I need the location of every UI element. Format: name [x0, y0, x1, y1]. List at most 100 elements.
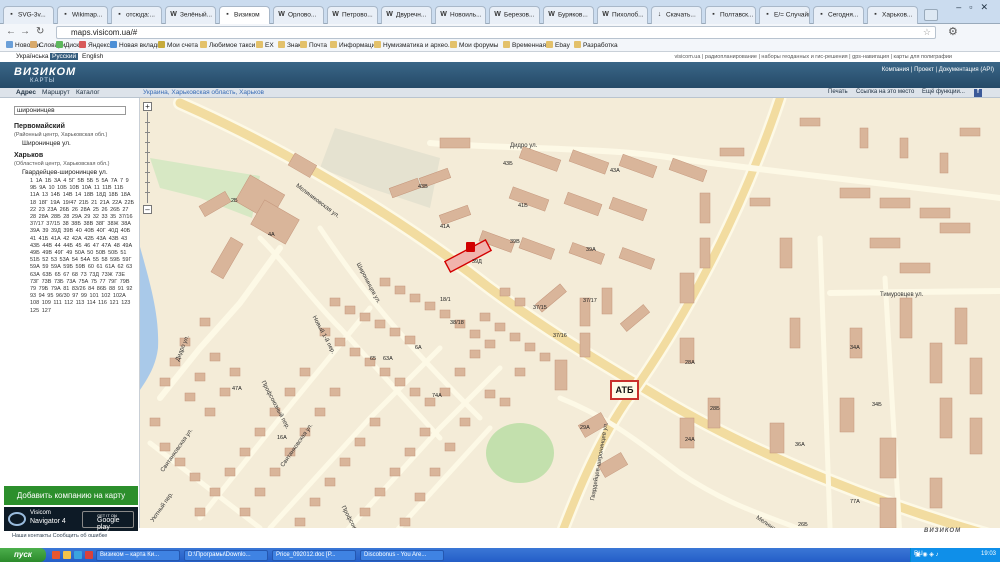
navigator-banner[interactable]: Visicom Navigator 4 GET IT ON Google play — [4, 507, 138, 531]
new-tab-button[interactable] — [924, 9, 938, 21]
quicklaunch-icon[interactable] — [85, 551, 93, 559]
bookmark-item[interactable]: Знак — [278, 41, 301, 49]
bookmark-item[interactable]: Диск — [56, 41, 79, 49]
window-controls[interactable]: –▫✕ — [956, 2, 996, 13]
lang-english[interactable]: English — [80, 53, 105, 60]
house-number-label[interactable]: 77А — [850, 499, 860, 505]
lang-ukrainian[interactable]: Українська — [14, 53, 51, 60]
house-number-label[interactable]: 16А — [277, 435, 287, 441]
taskbar-task[interactable]: Визиком – карта Ки... — [96, 550, 180, 561]
house-number-label[interactable]: 2Б — [231, 198, 238, 204]
bookmark-item[interactable]: Временная — [503, 41, 546, 49]
house-number-label[interactable]: 29А — [580, 425, 590, 431]
location-marker-icon[interactable] — [466, 242, 475, 252]
house-number-label[interactable]: 43В — [418, 184, 428, 190]
bookmark-star-icon[interactable]: ☆ — [923, 27, 931, 38]
house-number-label[interactable]: 24А — [685, 437, 695, 443]
site-logo[interactable]: ВИЗИКОМ — [14, 66, 76, 78]
house-number-label[interactable]: 37/16 — [553, 333, 567, 339]
browser-tab[interactable]: ▪ Сегодня... — [813, 6, 864, 24]
browser-tab[interactable]: ▪ SVG-3v... — [3, 6, 54, 24]
quicklaunch-icon[interactable] — [74, 551, 82, 559]
zoom-out-button[interactable]: – — [143, 205, 152, 214]
bookmark-item[interactable]: Разработка — [574, 41, 618, 49]
bookmark-item[interactable]: Яндекс — [79, 41, 110, 49]
top-links[interactable]: visicom.ua | радиопланирование | наборы … — [674, 54, 952, 60]
reload-icon[interactable]: ↻ — [36, 26, 44, 37]
house-number-label[interactable]: 65 — [370, 356, 376, 362]
browser-tab[interactable]: W Орлово... — [273, 6, 324, 24]
house-number-label[interactable]: 41Б — [518, 203, 528, 209]
house-number-label[interactable]: 28А — [685, 360, 695, 366]
browser-tab[interactable]: W Березов... — [489, 6, 540, 24]
google-play-badge[interactable]: GET IT ON Google play — [82, 511, 134, 531]
house-number-list[interactable]: 1 1А 1Б 3А 4 5Г 5В 5Б 5 5А 7А 7 9 9Б 9А … — [30, 178, 135, 315]
bookmark-item[interactable]: Почта — [300, 41, 327, 49]
bookmark-item[interactable]: Новая вкладка — [110, 41, 164, 49]
breadcrumb[interactable]: Украина, Харьковская область, Харьков — [143, 89, 264, 96]
house-number-label[interactable]: 43Б — [503, 161, 513, 167]
house-number-label[interactable]: 43А — [610, 168, 620, 174]
house-number-label[interactable]: 4А — [268, 232, 275, 238]
house-number-label[interactable]: 39В — [510, 239, 520, 245]
house-number-label[interactable]: 34Б — [872, 402, 882, 408]
link-to-place[interactable]: Ссылка на это место — [856, 89, 914, 95]
bookmark-item[interactable]: EX — [256, 41, 274, 49]
house-number-label[interactable]: 63А — [383, 356, 393, 362]
more-functions-link[interactable]: Ещё функции... — [922, 89, 965, 95]
poi-atb-label[interactable]: АТБ — [610, 380, 639, 400]
zoom-in-button[interactable]: + — [143, 102, 152, 111]
browser-tab[interactable]: W Новоиль... — [435, 6, 486, 24]
browser-tab[interactable]: ↓ Скачать... — [651, 6, 702, 24]
lang-russian[interactable]: Русский — [50, 53, 79, 60]
browser-tab[interactable]: ▪ Wikimap... — [57, 6, 108, 24]
house-number-label[interactable]: 26Б — [798, 522, 808, 528]
house-number-label[interactable]: 28Б — [710, 406, 720, 412]
result-street[interactable]: Гвардейцев-широнинцев ул. — [22, 169, 108, 176]
browser-tab[interactable]: ▪ Визиком — [219, 6, 270, 25]
result-title[interactable]: Харьков — [14, 152, 43, 159]
address-bar[interactable]: maps.visicom.ua/# ☆ — [56, 26, 936, 39]
house-number-label[interactable]: 18/1 — [440, 297, 451, 303]
back-icon[interactable]: ← — [6, 26, 16, 37]
taskbar-task[interactable]: Price_092012.doc [Р... — [272, 550, 356, 561]
house-number-label[interactable]: 6А — [415, 345, 422, 351]
tab-address[interactable]: Адрес — [16, 89, 36, 96]
quicklaunch-icon[interactable] — [63, 551, 71, 559]
add-company-button[interactable]: Добавить компанию на карту — [4, 486, 138, 505]
browser-tab[interactable]: ▪ Полтавск... — [705, 6, 756, 24]
print-link[interactable]: Печать — [828, 89, 848, 95]
tab-route[interactable]: Маршрут — [42, 89, 70, 96]
zoom-control[interactable]: + – — [143, 102, 153, 214]
house-number-label[interactable]: 38/18 — [450, 320, 464, 326]
result-street[interactable]: Широнинцев ул. — [22, 140, 71, 147]
browser-tab[interactable]: ▪ отсюда:... — [111, 6, 162, 24]
house-number-label[interactable]: 36А — [795, 442, 805, 448]
browser-tab[interactable]: W Петрово... — [327, 6, 378, 24]
bookmark-item[interactable]: Мои форумы — [450, 41, 498, 49]
bookmark-item[interactable]: Нумизматика и архео... — [374, 41, 453, 49]
bookmark-item[interactable]: Информация — [330, 41, 379, 49]
start-button[interactable]: пуск — [0, 548, 46, 562]
house-number-label[interactable]: 37/17 — [583, 298, 597, 304]
house-number-label[interactable]: 39А — [586, 247, 596, 253]
result-title[interactable]: Первомайский — [14, 123, 65, 130]
bookmark-item[interactable]: Ebay — [546, 41, 570, 49]
browser-tab[interactable]: W Двуречн... — [381, 6, 432, 24]
header-links[interactable]: Компания | Проект | Документация (API) — [882, 67, 994, 73]
house-number-label[interactable]: 47А — [232, 386, 242, 392]
browser-tab[interactable]: W Буряков... — [543, 6, 594, 24]
house-number-label[interactable]: 41А — [440, 224, 450, 230]
browser-tab[interactable]: W Пихолоб... — [597, 6, 648, 24]
facebook-icon[interactable]: f — [974, 89, 982, 97]
map-canvas[interactable]: Дидро ул. Мелиниковская ул. Широнинцев ул.… — [140, 98, 1000, 528]
house-number-label[interactable]: 74А — [432, 393, 442, 399]
bookmark-item[interactable]: Мои счета — [158, 41, 198, 49]
clock[interactable]: 19:03 — [981, 551, 996, 557]
bookmark-item[interactable]: Любимое такси — [200, 41, 255, 49]
house-number-label[interactable]: 37/15 — [533, 305, 547, 311]
browser-tab[interactable]: ▪ E/= Случайн... — [759, 6, 810, 24]
search-input[interactable]: широнинцев — [14, 106, 126, 115]
house-number-label[interactable]: 34А — [850, 345, 860, 351]
keyboard-language[interactable]: RU — [914, 551, 923, 557]
